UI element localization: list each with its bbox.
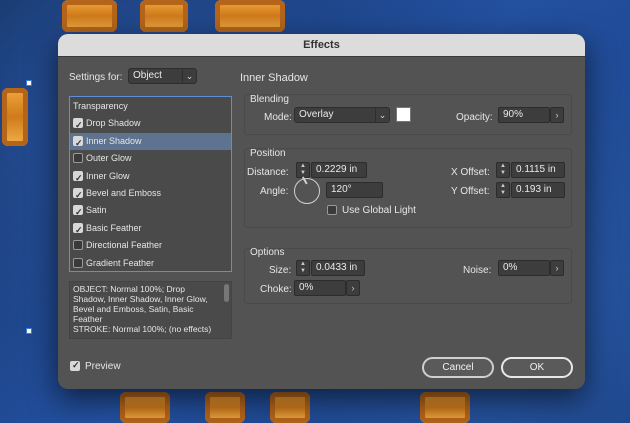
y-offset-label: Y Offset: (451, 186, 490, 197)
noise-value: 0% (503, 262, 518, 273)
artwork-letter (215, 0, 285, 32)
ok-button[interactable]: OK (501, 357, 573, 378)
effect-label: Outer Glow (86, 153, 132, 164)
effect-row[interactable]: Inner Glow (70, 168, 231, 187)
effect-row[interactable]: Basic Feather (70, 220, 231, 239)
effect-row[interactable]: Bevel and Emboss (70, 185, 231, 204)
chevron-right-icon[interactable]: › (550, 260, 564, 276)
effect-label: Transparency (73, 101, 128, 111)
y-offset-stepper-icon[interactable]: ▲ ▼ (496, 182, 510, 198)
effect-checkbox[interactable] (73, 187, 83, 204)
effect-row[interactable]: Inner Shadow (70, 132, 231, 152)
summary-scrollbar[interactable] (224, 284, 229, 302)
distance-label: Distance: (247, 167, 289, 178)
artwork-letter (2, 88, 28, 146)
effects-list: Transparency Drop Shadow Inner Shadow Outer… (69, 96, 232, 272)
effect-row[interactable]: Transparency (70, 98, 231, 115)
y-offset-field[interactable]: 0.193 in (511, 182, 565, 198)
use-global-light-checkbox[interactable] (327, 205, 337, 215)
chevron-down-icon: ⌄ (182, 69, 196, 83)
effect-label: Directional Feather (86, 240, 163, 251)
effect-checkbox[interactable] (73, 240, 83, 251)
effect-label: Satin (86, 205, 107, 216)
settings-for-select[interactable]: Object ⌄ (128, 68, 197, 84)
noise-field[interactable]: 0% (498, 260, 550, 276)
artwork-letter (205, 392, 245, 423)
effect-row[interactable]: Outer Glow (70, 150, 231, 167)
effect-checkbox[interactable] (73, 135, 83, 152)
settings-for-value: Object (133, 70, 162, 81)
effect-checkbox[interactable] (73, 257, 83, 268)
opacity-value: 90% (503, 109, 524, 120)
effect-row[interactable]: Drop Shadow (70, 115, 231, 134)
effect-checkbox[interactable] (73, 204, 83, 221)
effect-row[interactable]: Satin (70, 202, 231, 221)
size-stepper-icon[interactable]: ▲ ▼ (296, 260, 310, 276)
effect-checkbox[interactable] (73, 153, 83, 164)
opacity-label: Opacity: (456, 112, 493, 123)
choke-field[interactable]: 0% (294, 280, 346, 296)
panel-title: Inner Shadow (240, 72, 308, 84)
effect-label: Gradient Feather (86, 257, 155, 268)
effect-label: Drop Shadow (86, 118, 141, 129)
x-offset-field[interactable]: 0.1115 in (511, 162, 565, 178)
mode-label: Mode: (264, 112, 292, 123)
effect-label: Bevel and Emboss (86, 188, 162, 198)
chevron-right-icon[interactable]: › (346, 280, 360, 296)
distance-value: 0.2229 in (316, 164, 358, 175)
distance-field[interactable]: 0.2229 in (311, 162, 367, 178)
angle-label: Angle: (260, 186, 289, 197)
artwork-letter (62, 0, 117, 32)
angle-field[interactable]: 120° (326, 182, 383, 198)
angle-value: 120° (331, 184, 352, 195)
size-field[interactable]: 0.0433 in (311, 260, 365, 276)
x-offset-value: 0.1115 in (516, 164, 556, 175)
effect-checkbox[interactable] (73, 117, 83, 134)
angle-dial-icon[interactable] (294, 178, 320, 204)
effect-row[interactable]: Gradient Feather (70, 255, 231, 272)
mode-value: Overlay (299, 109, 334, 120)
position-title: Position (250, 148, 286, 159)
preview-checkbox[interactable] (70, 360, 80, 371)
summary-text: OBJECT: Normal 100%; Drop Shadow, Inner … (73, 284, 212, 334)
x-offset-stepper-icon[interactable]: ▲ ▼ (496, 162, 510, 178)
y-offset-value: 0.193 in (516, 184, 552, 195)
noise-label: Noise: (463, 265, 492, 276)
effect-checkbox[interactable] (73, 222, 83, 239)
options-title: Options (250, 247, 285, 258)
artwork-letter (420, 392, 470, 423)
effect-row[interactable]: Directional Feather (70, 237, 231, 254)
settings-for-label: Settings for: (69, 72, 123, 83)
effect-checkbox[interactable] (73, 170, 83, 187)
blending-title: Blending (250, 94, 289, 105)
selection-handle[interactable] (26, 328, 32, 334)
artwork-letter (140, 0, 188, 32)
effect-label: Basic Feather (86, 222, 142, 233)
preview-label: Preview (85, 361, 121, 372)
effect-label: Inner Shadow (86, 135, 142, 146)
cancel-button[interactable]: Cancel (422, 357, 494, 378)
dialog-title: Effects (58, 34, 585, 57)
size-value: 0.0433 in (316, 262, 358, 273)
options-group (244, 248, 572, 304)
mode-select[interactable]: Overlay ⌄ (294, 107, 390, 123)
shadow-color-swatch[interactable] (396, 107, 411, 122)
effect-label: Inner Glow (86, 170, 130, 181)
choke-value: 0% (299, 282, 314, 293)
effects-summary: OBJECT: Normal 100%; Drop Shadow, Inner … (69, 281, 232, 339)
chevron-down-icon: ⌄ (375, 108, 389, 122)
effects-dialog: Effects Settings for: Object ⌄ Transpare… (58, 34, 585, 389)
selection-handle[interactable] (26, 80, 32, 86)
chevron-right-icon[interactable]: › (550, 107, 564, 123)
size-label: Size: (269, 265, 292, 276)
artwork-letter (270, 392, 310, 423)
choke-label: Choke: (260, 284, 292, 295)
artwork-letter (120, 392, 170, 423)
opacity-field[interactable]: 90% (498, 107, 550, 123)
use-global-light-label: Use Global Light (342, 205, 416, 216)
x-offset-label: X Offset: (451, 167, 490, 178)
